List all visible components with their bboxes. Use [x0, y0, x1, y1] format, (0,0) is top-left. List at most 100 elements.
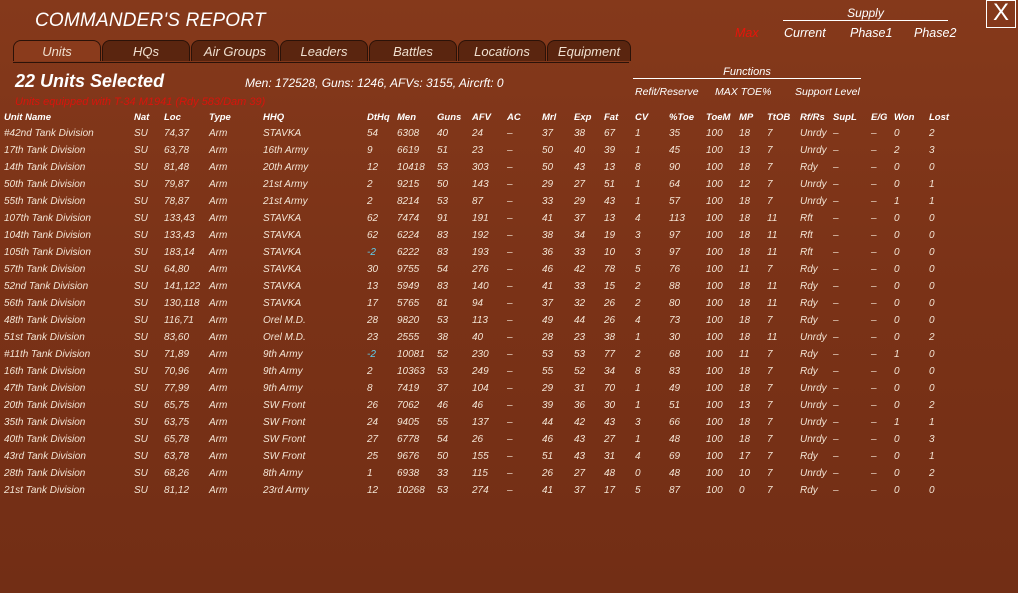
column-header[interactable]: CV: [635, 109, 669, 125]
table-row[interactable]: 48th Tank Division SU 116,71 Arm Orel M.D. 28…: [4, 312, 953, 329]
table-cell: 11: [767, 247, 778, 258]
table-cell: 46: [542, 434, 554, 445]
table-cell: 2: [367, 196, 373, 207]
table-cell: 9676: [397, 451, 420, 462]
supply-phase2[interactable]: Phase2: [914, 26, 956, 40]
column-header[interactable]: Type: [209, 109, 263, 125]
column-header[interactable]: AFV: [472, 109, 507, 125]
table-row[interactable]: 21st Tank Division SU 81,12 Arm 23rd Army 12 1…: [4, 482, 953, 499]
table-cell: 77,99: [164, 383, 190, 394]
table-cell: 20th Army: [263, 162, 309, 173]
column-header[interactable]: HHQ: [263, 109, 367, 125]
column-header[interactable]: MP: [739, 109, 767, 125]
table-row[interactable]: 14th Tank Division SU 81,48 Arm 20th Army 12 1…: [4, 159, 953, 176]
table-cell: 46: [437, 400, 449, 411]
table-row[interactable]: 51st Tank Division SU 83,60 Arm Orel M.D. 23 2…: [4, 329, 953, 346]
table-cell: 191: [472, 213, 489, 224]
table-cell: Orel M.D.: [263, 332, 306, 343]
tab-locations[interactable]: Locations: [458, 40, 546, 61]
tab-leaders[interactable]: Leaders: [280, 40, 368, 61]
supply-phase1[interactable]: Phase1: [850, 26, 892, 40]
supply-title: Supply: [783, 6, 948, 21]
tab-equipment[interactable]: Equipment: [547, 40, 631, 61]
table-row[interactable]: 47th Tank Division SU 77,99 Arm 9th Army 8 741…: [4, 380, 953, 397]
tab-units[interactable]: Units: [13, 40, 101, 61]
table-row[interactable]: 104th Tank Division SU 133,43 Arm STAVKA 62 62…: [4, 227, 953, 244]
table-cell: 100: [706, 417, 723, 428]
column-header[interactable]: ToeM: [706, 109, 739, 125]
table-cell: 18: [739, 213, 751, 224]
function-support-level[interactable]: Support Level: [795, 86, 860, 98]
column-header[interactable]: Unit Name: [4, 109, 134, 125]
column-header[interactable]: Lost: [929, 109, 953, 125]
column-header[interactable]: %Toe: [669, 109, 706, 125]
table-row[interactable]: 105th Tank Division SU 183,14 Arm STAVKA -2 62…: [4, 244, 953, 261]
column-header[interactable]: Men: [397, 109, 437, 125]
table-cell: –: [833, 434, 839, 445]
tab-air-groups[interactable]: Air Groups: [191, 40, 279, 61]
column-header[interactable]: E/G: [871, 109, 894, 125]
table-cell: 33: [542, 196, 554, 207]
column-header[interactable]: Nat: [134, 109, 164, 125]
table-cell: –: [507, 400, 513, 411]
table-row[interactable]: 56th Tank Division SU 130,118 Arm STAVKA 17 57…: [4, 295, 953, 312]
table-cell: 230: [472, 349, 489, 360]
column-header[interactable]: Exp: [574, 109, 604, 125]
table-row[interactable]: #42nd Tank Division SU 74,37 Arm STAVKA 54 630…: [4, 125, 953, 142]
table-cell: 63,75: [164, 417, 190, 428]
column-header[interactable]: AC: [507, 109, 542, 125]
table-cell: –: [871, 468, 877, 479]
table-cell: 0: [894, 315, 900, 326]
units-summary: Men: 172528, Guns: 1246, AFVs: 3155, Air…: [245, 76, 504, 90]
tab-hqs[interactable]: HQs: [102, 40, 190, 61]
report-title: COMMANDER'S REPORT: [35, 10, 266, 31]
column-header[interactable]: Rf/Rs: [800, 109, 833, 125]
tab-divider: [13, 62, 629, 63]
table-cell: Arm: [209, 128, 228, 139]
column-header[interactable]: SupL: [833, 109, 871, 125]
table-cell: 7: [767, 315, 773, 326]
column-header[interactable]: Won: [894, 109, 929, 125]
table-row[interactable]: 50th Tank Division SU 79,87 Arm 21st Army 2 92…: [4, 176, 953, 193]
table-row[interactable]: 55th Tank Division SU 78,87 Arm 21st Army 2 82…: [4, 193, 953, 210]
table-cell: Arm: [209, 196, 228, 207]
table-cell: 76: [669, 264, 681, 275]
column-header[interactable]: Loc: [164, 109, 209, 125]
close-button[interactable]: X: [986, 0, 1016, 28]
table-cell: 43rd Tank Division: [4, 451, 86, 462]
table-row[interactable]: 35th Tank Division SU 63,75 Arm SW Front 24 94…: [4, 414, 953, 431]
table-row[interactable]: 16th Tank Division SU 70,96 Arm 9th Army 2 103…: [4, 363, 953, 380]
table-cell: 1: [635, 145, 641, 156]
supply-max[interactable]: Max: [735, 26, 759, 40]
table-cell: 0: [894, 298, 900, 309]
supply-current[interactable]: Current: [784, 26, 826, 40]
table-cell: 36: [574, 400, 586, 411]
table-cell: –: [871, 264, 877, 275]
column-header[interactable]: TtOB: [767, 109, 800, 125]
table-cell: SU: [134, 400, 148, 411]
table-cell: –: [833, 349, 839, 360]
column-header[interactable]: DtHq: [367, 109, 397, 125]
table-cell: 100: [706, 145, 723, 156]
table-row[interactable]: 28th Tank Division SU 68,26 Arm 8th Army 1 693…: [4, 465, 953, 482]
table-row[interactable]: 20th Tank Division SU 65,75 Arm SW Front 26 70…: [4, 397, 953, 414]
table-cell: Unrdy: [800, 179, 827, 190]
table-cell: 0: [635, 468, 641, 479]
column-header[interactable]: Mrl: [542, 109, 574, 125]
column-header[interactable]: Guns: [437, 109, 472, 125]
table-cell: 9th Army: [263, 366, 303, 377]
column-header[interactable]: Fat: [604, 109, 635, 125]
table-row[interactable]: 57th Tank Division SU 64,80 Arm STAVKA 30 9755…: [4, 261, 953, 278]
table-row[interactable]: 107th Tank Division SU 133,43 Arm STAVKA 62 74…: [4, 210, 953, 227]
table-cell: Arm: [209, 451, 228, 462]
table-cell: 83: [437, 247, 449, 258]
table-row[interactable]: 17th Tank Division SU 63,78 Arm 16th Army 9 66…: [4, 142, 953, 159]
function-max-toe[interactable]: MAX TOE%: [715, 86, 771, 98]
table-row[interactable]: 40th Tank Division SU 65,78 Arm SW Front 27 67…: [4, 431, 953, 448]
tab-battles[interactable]: Battles: [369, 40, 457, 61]
table-row[interactable]: 52nd Tank Division SU 141,122 Arm STAVKA 13 59…: [4, 278, 953, 295]
function-refit-reserve[interactable]: Refit/Reserve: [635, 86, 699, 98]
table-row[interactable]: #11th Tank Division SU 71,89 Arm 9th Army -2 1…: [4, 346, 953, 363]
table-row[interactable]: 43rd Tank Division SU 63,78 Arm SW Front 25 96…: [4, 448, 953, 465]
table-cell: 26: [604, 298, 616, 309]
